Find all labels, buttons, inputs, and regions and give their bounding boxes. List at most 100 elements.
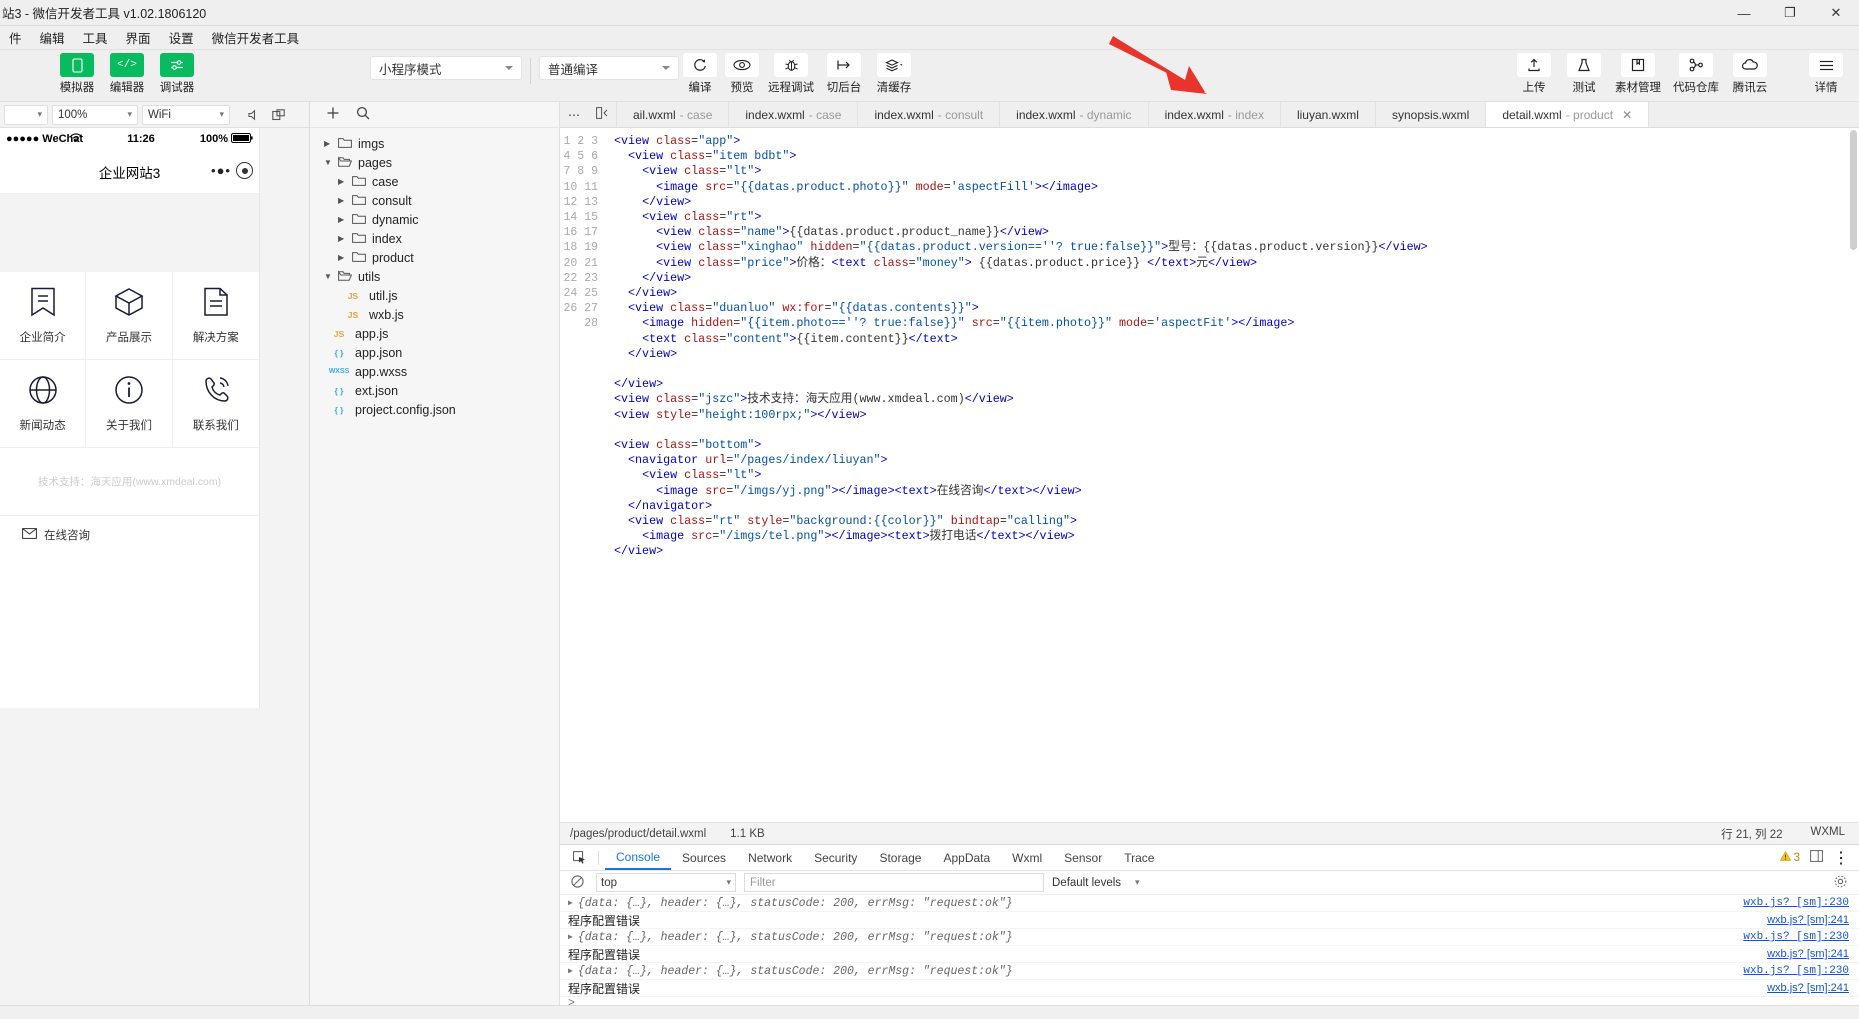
toolbar-preview-button[interactable]: 预览 <box>721 50 763 95</box>
chevron-right-icon[interactable]: ▶ <box>338 215 350 224</box>
editor-split-button[interactable] <box>588 102 617 127</box>
network-select[interactable]: WiFi ▾ <box>142 104 230 125</box>
plus-icon[interactable] <box>326 106 340 123</box>
console-row-source[interactable]: wxb.js? [sm]:230 <box>1743 965 1849 977</box>
menu-item-edit[interactable]: 编辑 <box>31 26 74 49</box>
chevron-right-icon[interactable]: ▶ <box>568 932 573 942</box>
more-vertical-icon[interactable]: ⋮ <box>1833 848 1849 868</box>
editor-tab-index-case[interactable]: index.wxml - case <box>729 102 859 127</box>
device-select[interactable]: ▾ <box>4 104 48 125</box>
phone-capsule-buttons[interactable]: •●• <box>211 162 253 179</box>
editor-tab-index-dynamic[interactable]: index.wxml - dynamic <box>1000 102 1149 127</box>
dock-icon[interactable] <box>1810 849 1823 867</box>
console-row-error[interactable]: 程序配置错误 wxb.js? [sm]:241 <box>560 980 1859 997</box>
maximize-button[interactable]: ❐ <box>1767 0 1813 26</box>
editor-tab-detail-case[interactable]: ail.wxml - case <box>617 102 730 127</box>
console-row-source[interactable]: wxb.js? [sm]:230 <box>1743 897 1849 909</box>
inspect-icon[interactable] <box>566 851 592 864</box>
editor-scrollbar-thumb[interactable] <box>1850 130 1857 250</box>
close-button[interactable]: ✕ <box>1813 0 1859 26</box>
mode-select[interactable]: 小程序模式 <box>370 56 522 80</box>
editor-tab-synopsis[interactable]: synopsis.wxml <box>1376 102 1487 127</box>
devtools-tab-security[interactable]: Security <box>803 846 868 869</box>
editor-tab-index-consult[interactable]: index.wxml - consult <box>858 102 1001 127</box>
grid-cell-product[interactable]: 产品展示 <box>86 272 173 360</box>
toolbar-remote-debug-button[interactable]: 远程调试 <box>763 50 819 95</box>
toolbar-test-button[interactable]: 测试 <box>1559 50 1609 95</box>
zoom-select[interactable]: 100% ▾ <box>52 104 138 125</box>
grid-cell-about[interactable]: 关于我们 <box>86 360 173 448</box>
chevron-right-icon[interactable]: ▶ <box>338 253 350 262</box>
console-row-error[interactable]: 程序配置错误 wxb.js? [sm]:241 <box>560 912 1859 929</box>
menu-item-interface[interactable]: 界面 <box>117 26 160 49</box>
editor-overflow-button[interactable]: ⋯ <box>560 102 588 127</box>
chevron-right-icon[interactable]: ▶ <box>338 196 350 205</box>
chevron-right-icon[interactable]: ▶ <box>338 177 350 186</box>
tree-node-app-wxss[interactable]: WXSS app.wxss <box>310 362 559 381</box>
toolbar-editor-button[interactable]: </> 编辑器 <box>102 50 152 95</box>
toolbar-upload-button[interactable]: 上传 <box>1509 50 1559 95</box>
capsule-close-icon[interactable] <box>236 162 253 179</box>
tree-node-ext-json[interactable]: { } ext.json <box>310 381 559 400</box>
code-editor[interactable]: 1 2 3 4 5 6 7 8 9 10 11 12 13 14 15 16 1… <box>560 128 1859 822</box>
tree-node-product[interactable]: ▶ product <box>310 248 559 267</box>
devtools-tab-sensor[interactable]: Sensor <box>1053 846 1113 869</box>
devtools-tab-sources[interactable]: Sources <box>671 846 737 869</box>
grid-cell-synopsis[interactable]: 企业简介 <box>0 272 87 360</box>
phone-bottom-bar[interactable]: 在线咨询 <box>0 515 259 553</box>
close-icon[interactable]: ✕ <box>1622 108 1632 122</box>
tree-node-consult[interactable]: ▶ consult <box>310 191 559 210</box>
toolbar-asset-manager-button[interactable]: 素材管理 <box>1609 50 1667 95</box>
capsule-menu-icon[interactable]: •●• <box>211 163 231 178</box>
grid-cell-contact[interactable]: 联系我们 <box>172 360 259 448</box>
console-levels-select[interactable]: Default levels ▾ <box>1052 877 1140 889</box>
devtools-tab-trace[interactable]: Trace <box>1113 846 1165 869</box>
console-output[interactable]: ▶ {data: {…}, header: {…}, statusCode: 2… <box>560 895 1859 1019</box>
menu-item-tools[interactable]: 工具 <box>74 26 117 49</box>
minimize-button[interactable]: — <box>1721 0 1767 26</box>
console-row-object[interactable]: ▶ {data: {…}, header: {…}, statusCode: 2… <box>560 895 1859 912</box>
tree-node-project-config-json[interactable]: { } project.config.json <box>310 400 559 419</box>
devtools-tab-console[interactable]: Console <box>605 845 672 870</box>
tree-node-util-js[interactable]: JS util.js <box>310 286 559 305</box>
console-row-object[interactable]: ▶ {data: {…}, header: {…}, statusCode: 2… <box>560 929 1859 946</box>
console-filter-input[interactable]: Filter <box>744 873 1044 892</box>
menu-item-devtools[interactable]: 微信开发者工具 <box>203 26 309 49</box>
console-row-source[interactable]: wxb.js? [sm]:241 <box>1767 914 1849 926</box>
console-context-select[interactable]: top ▾ <box>596 873 736 892</box>
toolbar-repository-button[interactable]: 代码仓库 <box>1667 50 1725 95</box>
devtools-tab-storage[interactable]: Storage <box>868 846 932 869</box>
toolbar-clear-cache-button[interactable]: 清缓存 <box>869 50 919 95</box>
console-row-source[interactable]: wxb.js? [sm]:241 <box>1767 948 1849 960</box>
tree-node-wxb-js[interactable]: JS wxb.js <box>310 305 559 324</box>
tree-node-pages[interactable]: ▼ pages <box>310 153 559 172</box>
clear-console-icon[interactable] <box>566 874 588 891</box>
editor-status-language[interactable]: WXML <box>1811 826 1846 842</box>
tree-node-app-js[interactable]: JS app.js <box>310 324 559 343</box>
toolbar-tencent-cloud-button[interactable]: 腾讯云 <box>1725 50 1775 95</box>
toolbar-background-button[interactable]: 切后台 <box>819 50 869 95</box>
toolbar-simulator-button[interactable]: 模拟器 <box>52 50 102 95</box>
editor-tab-liuyan[interactable]: liuyan.wxml <box>1281 102 1376 127</box>
editor-tab-detail-product[interactable]: detail.wxml - product ✕ <box>1486 102 1650 127</box>
console-row-object[interactable]: ▶ {data: {…}, header: {…}, statusCode: 2… <box>560 963 1859 980</box>
chevron-right-icon[interactable]: ▶ <box>568 898 573 908</box>
devtools-tab-appdata[interactable]: AppData <box>932 846 1001 869</box>
toolbar-details-button[interactable]: 详情 <box>1801 50 1851 95</box>
tree-node-case[interactable]: ▶ case <box>310 172 559 191</box>
editor-code-content[interactable]: <view class="app"> <view class="item bdb… <box>606 128 1859 822</box>
chevron-right-icon[interactable]: ▶ <box>338 234 350 243</box>
warning-badge[interactable]: 3 <box>1779 850 1800 864</box>
search-icon[interactable] <box>356 106 370 123</box>
gear-icon[interactable] <box>1834 875 1859 891</box>
console-row-source[interactable]: wxb.js? [sm]:230 <box>1743 931 1849 943</box>
tree-node-index[interactable]: ▶ index <box>310 229 559 248</box>
chevron-down-icon[interactable]: ▼ <box>324 158 336 167</box>
tree-node-utils[interactable]: ▼ utils <box>310 267 559 286</box>
grid-cell-case[interactable]: 解决方案 <box>172 272 259 360</box>
tree-node-imgs[interactable]: ▶ imgs <box>310 134 559 153</box>
console-row-error[interactable]: 程序配置错误 wxb.js? [sm]:241 <box>560 946 1859 963</box>
compile-mode-select[interactable]: 普通编译 <box>539 56 679 80</box>
devtools-tab-network[interactable]: Network <box>737 846 803 869</box>
chevron-right-icon[interactable]: ▶ <box>324 139 336 148</box>
